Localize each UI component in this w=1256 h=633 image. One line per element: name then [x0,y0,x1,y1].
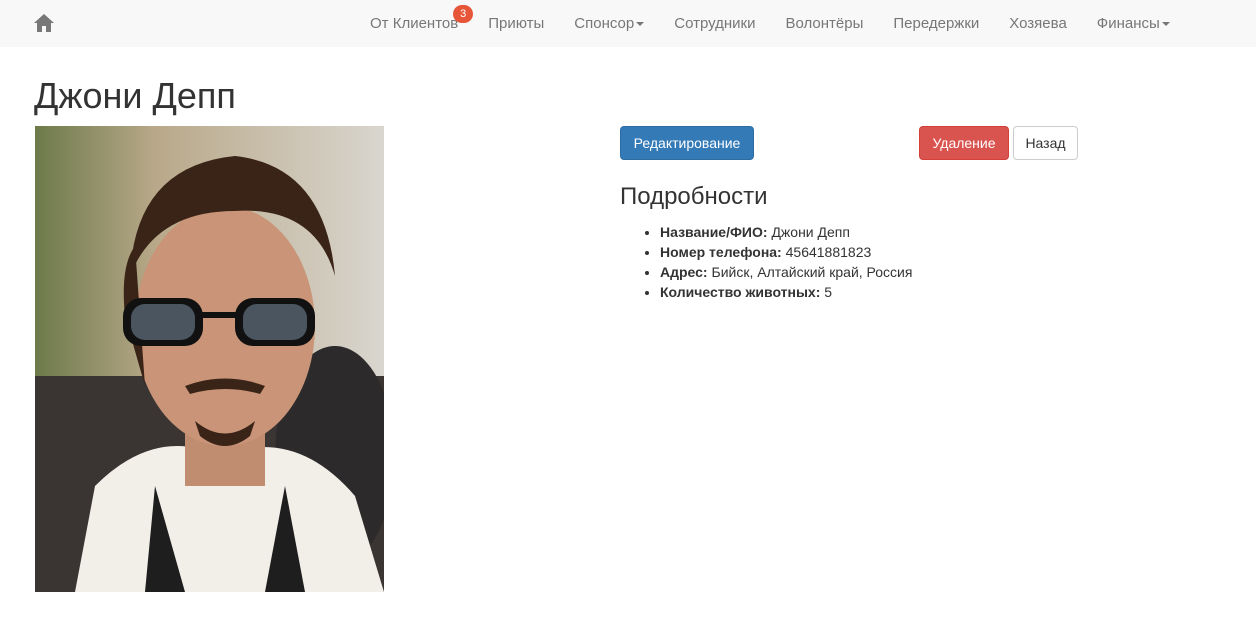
nav-item-volunteers[interactable]: Волонтёры [770,0,878,47]
home-icon[interactable] [33,12,55,34]
field-label: Название/ФИО: [660,224,768,240]
field-value: 5 [824,284,833,300]
edit-button[interactable]: Редактирование [620,126,754,160]
details-list: Название/ФИО: Джони Депп Номер телефона:… [620,222,912,302]
list-item: Название/ФИО: Джони Депп [660,222,912,242]
nav-item-label: Спонсор [574,15,635,32]
nav-item-label: Передержки [893,15,980,32]
delete-button[interactable]: Удаление [919,126,1009,160]
navbar: От Клиентов 3 Приюты Спонсор Сотрудники … [0,0,1256,47]
notification-badge: 3 [453,5,474,23]
page-title: Джони Депп [34,75,236,116]
list-item: Адрес: Бийск, Алтайский край, Россия [660,262,912,282]
list-item: Номер телефона: 45641881823 [660,242,912,262]
nav-item-label: Волонтёры [785,15,864,32]
profile-photo [35,126,384,592]
field-label: Адрес: [660,264,708,280]
nav-item-label: Сотрудники [674,15,756,32]
nav-item-sponsor[interactable]: Спонсор [559,0,659,47]
nav-menu: От Клиентов 3 Приюты Спонсор Сотрудники … [355,0,1185,47]
caret-down-icon [1161,22,1170,27]
back-button[interactable]: Назад [1013,126,1078,160]
field-value: Бийск, Алтайский край, Россия [711,264,913,280]
caret-down-icon [636,22,645,27]
nav-item-clients[interactable]: От Клиентов 3 [355,0,474,47]
nav-item-label: От Клиентов [370,15,459,32]
nav-item-employees[interactable]: Сотрудники [659,0,770,47]
nav-item-label: Хозяева [1009,15,1067,32]
field-label: Количество животных: [660,284,821,300]
details-heading: Подробности [620,183,768,210]
field-value: Джони Депп [771,224,850,240]
nav-item-label: Приюты [488,15,545,32]
nav-item-shelters[interactable]: Приюты [473,0,559,47]
nav-item-label: Финансы [1096,15,1160,32]
field-label: Номер телефона: [660,244,782,260]
nav-item-owners[interactable]: Хозяева [994,0,1082,47]
list-item: Количество животных: 5 [660,282,912,302]
field-value: 45641881823 [785,244,872,260]
nav-item-finance[interactable]: Финансы [1082,0,1185,47]
nav-item-foster[interactable]: Передержки [878,0,994,47]
